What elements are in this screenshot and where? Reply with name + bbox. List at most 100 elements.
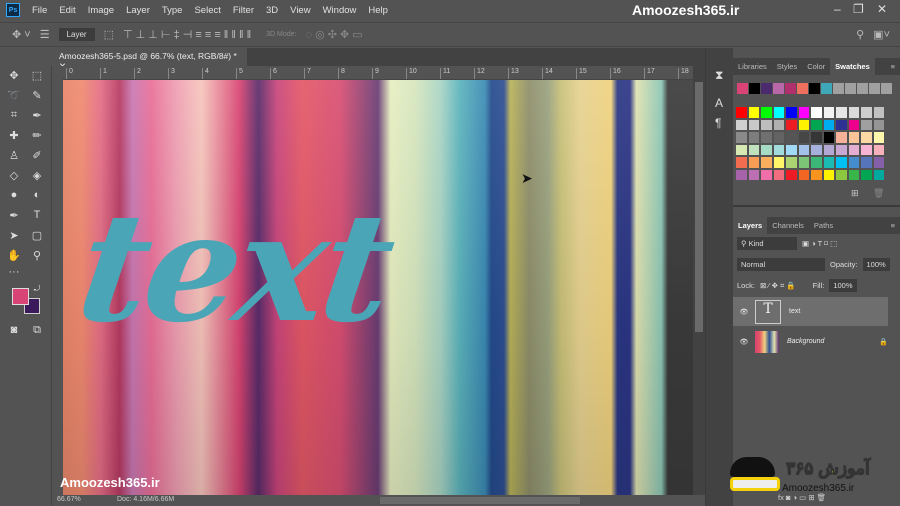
color-swatch[interactable] [861, 132, 872, 143]
color-swatch[interactable] [811, 144, 822, 155]
path-select-icon[interactable]: ➤ [5, 229, 23, 245]
tab-swatches[interactable]: Swatches [830, 58, 875, 75]
color-swatch[interactable] [861, 119, 872, 130]
color-swatch[interactable] [748, 119, 759, 130]
color-swatch[interactable] [823, 157, 834, 168]
recent-swatch[interactable] [809, 83, 820, 94]
recent-swatch[interactable] [881, 83, 892, 94]
document-tab[interactable]: Amoozesh365-5.psd @ 66.7% (text, RGB/8#)… [52, 48, 247, 71]
panel-menu-icon[interactable]: ≡ [886, 217, 900, 234]
recent-swatch[interactable] [737, 83, 748, 94]
color-swatch[interactable] [786, 169, 797, 180]
workspace-icon[interactable]: ▣˅ [873, 28, 890, 41]
layer-name[interactable]: Background [787, 338, 824, 345]
recent-swatch[interactable] [797, 83, 808, 94]
move-tool-icon[interactable]: ✥ [5, 69, 23, 85]
transform-controls-icon[interactable]: ⬚ [104, 28, 114, 41]
color-swatch[interactable] [873, 132, 884, 143]
brush-tool-icon[interactable]: ✏ [28, 129, 46, 145]
character-panel-icon[interactable]: A [715, 96, 723, 110]
tab-styles[interactable]: Styles [772, 58, 802, 75]
swap-colors-icon[interactable]: ⤾ [28, 284, 46, 300]
marquee-tool-icon[interactable]: ⬚ [28, 69, 46, 85]
menu-type[interactable]: Type [162, 5, 183, 16]
stamp-tool-icon[interactable]: ♙ [5, 149, 23, 165]
align-icons[interactable]: ⊤ ⊥ ⊥ ⊢ ‡ ⊣ ≡ ≡ ≡ ‖ ‖ ‖ ‖ [123, 28, 251, 41]
color-swatch[interactable] [873, 107, 884, 118]
history-panel-icon[interactable]: ⧗ [715, 68, 723, 83]
menu-select[interactable]: Select [194, 5, 220, 16]
blend-mode-dropdown[interactable]: Normal [737, 258, 825, 271]
layer-row-text[interactable]: 👁 T text [733, 297, 888, 326]
hand-tool-icon[interactable]: ✋ [5, 249, 23, 265]
color-swatch[interactable] [861, 169, 872, 180]
color-swatch[interactable] [811, 169, 822, 180]
color-swatch[interactable] [823, 107, 834, 118]
tab-channels[interactable]: Channels [767, 217, 809, 234]
color-swatch[interactable] [761, 144, 772, 155]
color-swatch[interactable] [811, 107, 822, 118]
eyedropper-tool-icon[interactable]: ✒ [28, 109, 46, 125]
color-swatch[interactable] [873, 119, 884, 130]
blur-tool-icon[interactable]: ● [5, 189, 23, 205]
screen-mode-icon[interactable]: ⧉ [28, 324, 46, 340]
color-swatch[interactable] [748, 144, 759, 155]
move-tool-icon[interactable]: ✥ ˅ [12, 28, 31, 41]
fill-input[interactable]: 100% [829, 279, 857, 292]
filter-icons[interactable]: ▣ ◑ T ⌑ ⬚ [802, 239, 837, 248]
menu-3d[interactable]: 3D [266, 5, 278, 16]
menu-filter[interactable]: Filter [233, 5, 254, 16]
recent-swatch[interactable] [749, 83, 760, 94]
color-swatch[interactable] [798, 107, 809, 118]
color-swatch[interactable] [761, 132, 772, 143]
color-swatch[interactable] [748, 157, 759, 168]
color-swatch[interactable] [736, 119, 747, 130]
auto-select-target-dropdown[interactable]: Layer [58, 28, 95, 41]
quick-mask-icon[interactable]: ◙ [5, 324, 23, 340]
color-swatch[interactable] [736, 144, 747, 155]
color-swatch[interactable] [786, 132, 797, 143]
paint-bucket-icon[interactable]: ◈ [28, 169, 46, 185]
menu-edit[interactable]: Edit [59, 5, 75, 16]
color-swatch[interactable] [873, 169, 884, 180]
history-brush-icon[interactable]: ✐ [28, 149, 46, 165]
color-swatch[interactable] [736, 132, 747, 143]
search-icon[interactable]: ⚲ [856, 28, 864, 41]
color-swatch[interactable] [798, 157, 809, 168]
tab-color[interactable]: Color [802, 58, 830, 75]
vertical-scroll-thumb[interactable] [695, 82, 703, 332]
color-swatch[interactable] [748, 107, 759, 118]
recent-swatch[interactable] [761, 83, 772, 94]
delete-swatch-icon[interactable]: 🗑 [873, 188, 884, 199]
color-swatch[interactable] [773, 119, 784, 130]
color-swatch[interactable] [823, 119, 834, 130]
color-swatch[interactable] [736, 107, 747, 118]
tab-libraries[interactable]: Libraries [733, 58, 772, 75]
color-swatch[interactable] [836, 132, 847, 143]
auto-select-icon[interactable]: ☰ [40, 28, 50, 41]
color-swatch[interactable] [836, 169, 847, 180]
color-swatch[interactable] [761, 107, 772, 118]
color-swatch[interactable] [798, 132, 809, 143]
color-swatch[interactable] [811, 119, 822, 130]
color-swatch[interactable] [786, 144, 797, 155]
pen-tool-icon[interactable]: ✒ [5, 209, 23, 225]
color-swatch[interactable] [836, 119, 847, 130]
color-swatch[interactable] [848, 169, 859, 180]
color-swatch[interactable] [873, 157, 884, 168]
color-swatch[interactable] [736, 157, 747, 168]
color-swatch[interactable] [773, 157, 784, 168]
color-swatch[interactable] [836, 144, 847, 155]
color-swatch[interactable] [848, 132, 859, 143]
color-swatch[interactable] [748, 169, 759, 180]
color-swatch[interactable] [848, 157, 859, 168]
quick-select-tool-icon[interactable]: ✎ [28, 89, 46, 105]
color-swatch[interactable] [786, 157, 797, 168]
zoom-tool-icon[interactable]: ⚲ [28, 249, 46, 265]
layer-name[interactable]: text [789, 308, 800, 315]
color-swatch[interactable] [848, 107, 859, 118]
color-swatch[interactable] [773, 169, 784, 180]
color-swatch[interactable] [773, 107, 784, 118]
panel-menu-icon[interactable]: ≡ [886, 58, 900, 75]
visibility-eye-icon[interactable]: 👁 [733, 338, 755, 346]
